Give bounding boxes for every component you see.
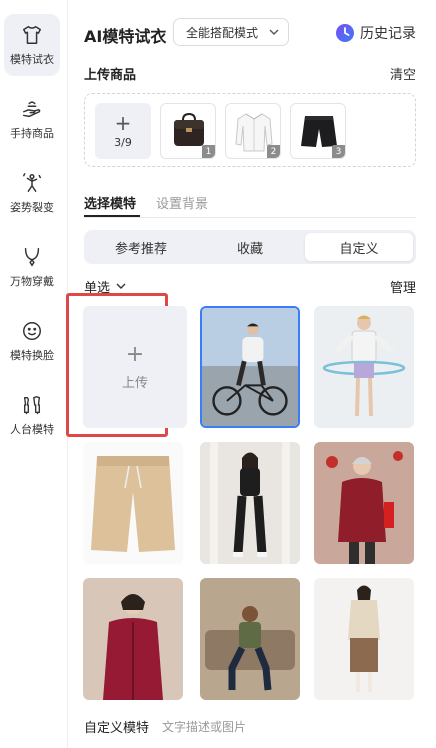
model-source-segmented-control: 参考推荐 收藏 自定义	[84, 230, 416, 264]
chevron-down-icon	[269, 29, 279, 35]
sidebar-item-label: 万物穿戴	[10, 274, 54, 288]
history-clock-icon	[336, 24, 354, 42]
model-card-woman-black-outfit[interactable]	[200, 442, 300, 564]
product-upload-area: + 3/9 1 2 3	[84, 93, 416, 167]
elderly-woman-red-coat-image	[314, 442, 414, 564]
upload-model-button[interactable]: + 上传	[83, 306, 187, 428]
plus-icon: +	[125, 341, 145, 367]
app-window: 模特试衣 手持商品 姿势裂变 万物穿戴 模特换脸 人台模特 AI模特试衣 全能搭…	[0, 0, 436, 748]
segment-favorites[interactable]: 收藏	[196, 233, 304, 261]
sidebar-item-handheld-product[interactable]: 手持商品	[4, 88, 60, 150]
history-button[interactable]: 历史记录	[335, 23, 416, 43]
sidebar-item-label: 人台模特	[10, 422, 54, 436]
history-label: 历史记录	[360, 26, 416, 42]
sidebar-item-mannequin[interactable]: 人台模特	[4, 384, 60, 446]
sidebar-item-label: 姿势裂变	[10, 200, 54, 214]
product-index-badge: 2	[267, 145, 280, 158]
model-card-man-hula-hoop[interactable]	[314, 306, 414, 428]
sidebar: 模特试衣 手持商品 姿势裂变 万物穿戴 模特换脸 人台模特	[0, 0, 68, 748]
mannequin-icon	[23, 395, 41, 414]
custom-model-hint: 文字描述或图片	[162, 720, 247, 734]
mode-dropdown-value: 全能搭配模式	[186, 25, 259, 40]
model-card-elderly-woman-red-coat[interactable]	[314, 442, 414, 564]
necklace-icon	[24, 247, 40, 267]
khaki-shorts-image	[83, 442, 183, 564]
manage-button[interactable]: 管理	[390, 277, 416, 296]
man-sitting-sofa-image	[200, 578, 300, 700]
upload-section-title: 上传商品	[84, 68, 137, 83]
page-title: AI模特试衣	[84, 27, 167, 46]
model-card-woman-beige-cardigan[interactable]	[314, 578, 414, 700]
sidebar-item-label: 模特换脸	[10, 348, 54, 362]
upload-label: 上传	[121, 375, 148, 391]
product-index-badge: 3	[332, 145, 345, 158]
face-swap-icon	[23, 321, 41, 340]
product-count: 3/9	[114, 135, 132, 149]
active-tab-indicator	[84, 215, 140, 217]
add-product-button[interactable]: + 3/9	[95, 103, 151, 159]
segment-custom[interactable]: 自定义	[305, 233, 413, 261]
tab-select-model[interactable]: 选择模特	[84, 193, 136, 212]
model-card-khaki-shorts[interactable]	[83, 442, 183, 564]
sidebar-item-wear-anything[interactable]: 万物穿戴	[4, 236, 60, 298]
tab-set-background[interactable]: 设置背景	[156, 193, 208, 212]
main-panel: AI模特试衣 全能搭配模式 历史记录 上传商品 清空 + 3/9 1 2 3 选…	[66, 0, 436, 748]
custom-model-title: 自定义模特	[84, 721, 150, 736]
woman-black-outfit-image	[200, 442, 300, 564]
product-thumbnail-shorts[interactable]: 3	[290, 103, 346, 159]
pose-person-icon	[23, 172, 41, 192]
chevron-down-icon	[116, 283, 126, 289]
sidebar-item-label: 手持商品	[10, 126, 54, 140]
product-thumbnail-bag[interactable]: 1	[160, 103, 216, 159]
model-card-woman-red-cardigan[interactable]	[83, 578, 183, 700]
hand-holding-icon	[23, 100, 41, 117]
model-card-man-cycling[interactable]	[200, 306, 300, 428]
tshirt-icon	[23, 25, 41, 44]
sidebar-item-label: 模特试衣	[10, 52, 54, 66]
sidebar-item-face-swap[interactable]: 模特换脸	[4, 310, 60, 372]
model-card-man-sitting-sofa[interactable]	[200, 578, 300, 700]
plus-icon: +	[114, 110, 132, 135]
mode-dropdown[interactable]: 全能搭配模式	[173, 18, 289, 46]
sidebar-item-model-tryon[interactable]: 模特试衣	[4, 14, 60, 76]
man-hula-hoop-image	[314, 306, 414, 428]
woman-red-cardigan-image	[83, 578, 183, 700]
tab-divider	[84, 217, 416, 218]
sidebar-item-pose-variation[interactable]: 姿势裂变	[4, 162, 60, 224]
woman-beige-cardigan-image	[314, 578, 414, 700]
clear-button[interactable]: 清空	[390, 64, 416, 83]
product-thumbnail-shirt[interactable]: 2	[225, 103, 281, 159]
man-cycling-image	[202, 308, 298, 426]
product-index-badge: 1	[202, 145, 215, 158]
segment-recommended[interactable]: 参考推荐	[87, 233, 195, 261]
